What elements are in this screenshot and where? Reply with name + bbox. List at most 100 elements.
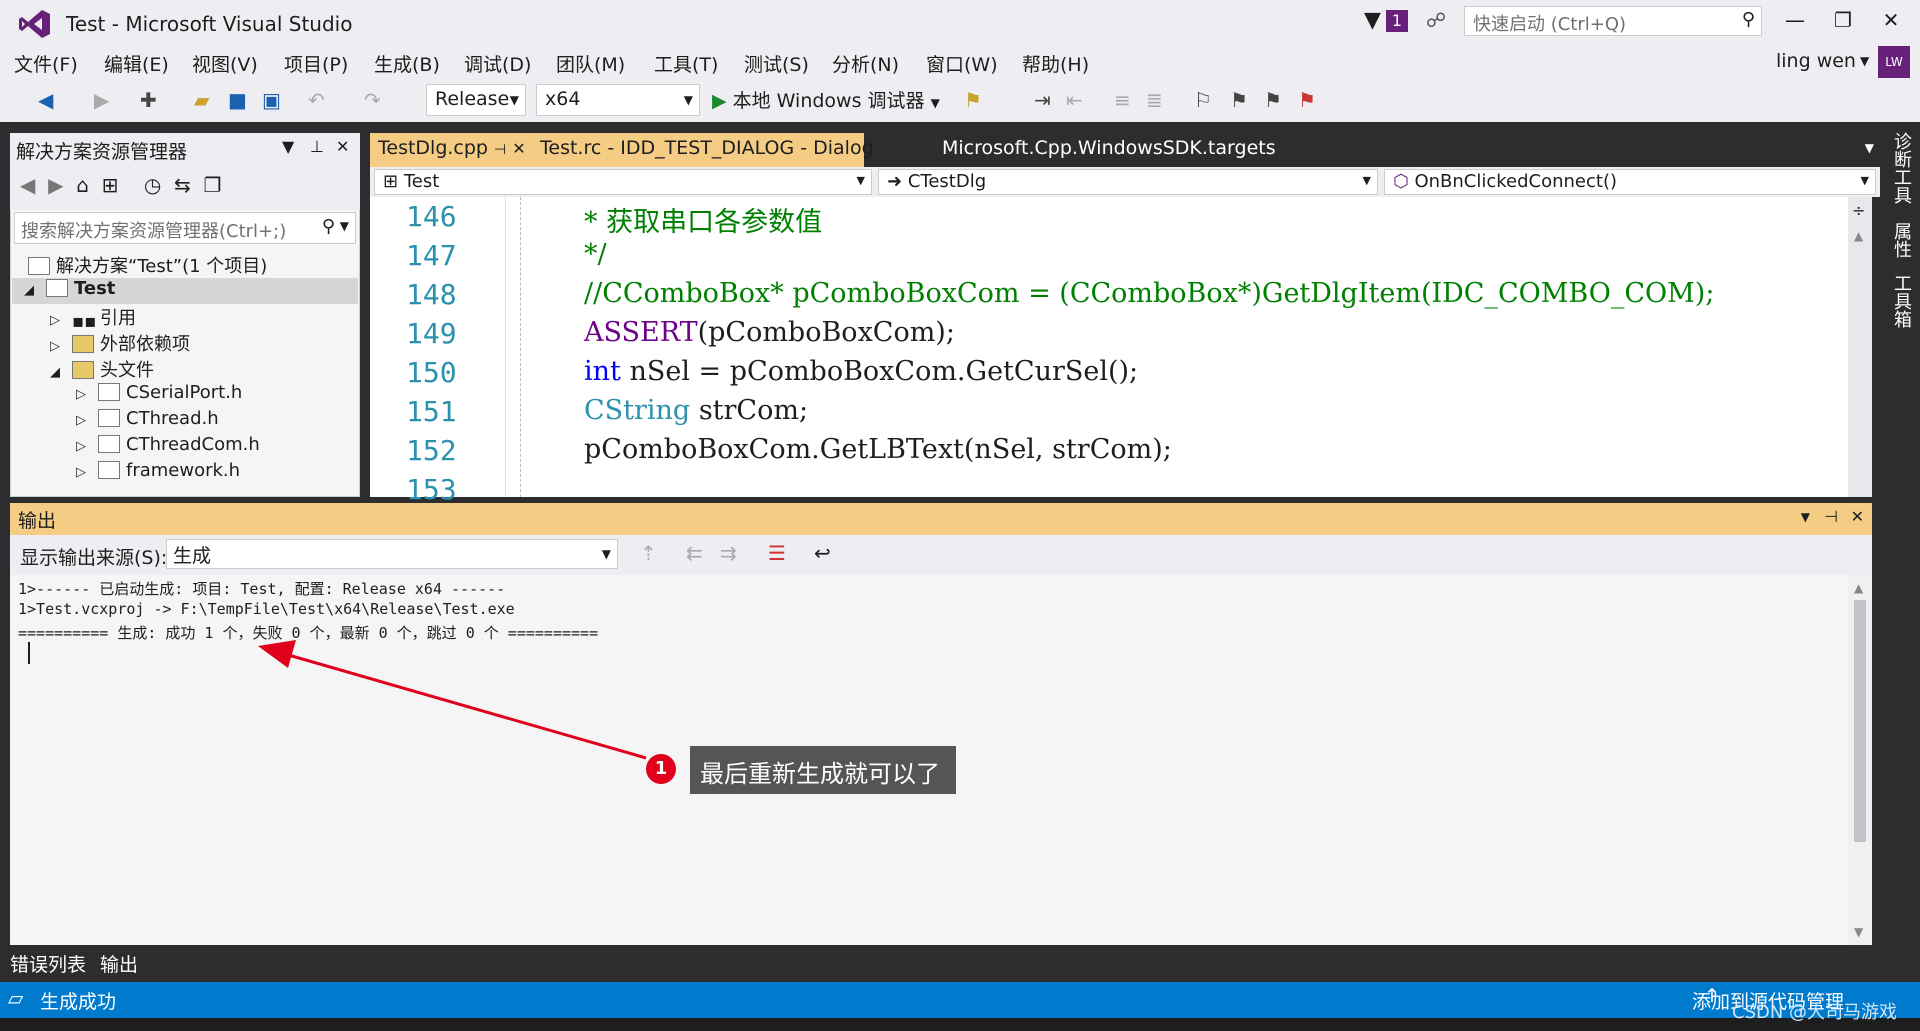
- outdent-icon[interactable]: ⇤: [1066, 88, 1083, 112]
- start-debugger-button[interactable]: ▶ 本地 Windows 调试器 ▼: [712, 86, 940, 113]
- quick-launch-input[interactable]: 快速启动 (Ctrl+Q) ⚲: [1464, 6, 1762, 36]
- annotation-badge: 1: [646, 754, 676, 784]
- avatar[interactable]: LW: [1878, 46, 1910, 78]
- notification-badge[interactable]: 1: [1386, 10, 1408, 32]
- menu-analyze[interactable]: 分析(N): [832, 50, 899, 77]
- tree-item-project[interactable]: ◢ Test: [12, 278, 358, 304]
- collapse-all-icon[interactable]: ❐: [204, 173, 222, 197]
- tab-toolbox[interactable]: 工具箱: [1890, 274, 1914, 328]
- tree-item-file[interactable]: ▷ CThread.h: [76, 408, 219, 434]
- chevron-down-icon[interactable]: ▼: [1801, 510, 1810, 524]
- folder-icon: [72, 361, 94, 379]
- close-icon[interactable]: ✕: [336, 137, 349, 156]
- pin-icon[interactable]: ⊣: [1824, 507, 1838, 526]
- scroll-up-icon[interactable]: ▲: [1854, 581, 1863, 595]
- tab-windowssdk-targets[interactable]: Microsoft.Cpp.WindowsSDK.targets: [934, 133, 1276, 167]
- back-icon[interactable]: ◀: [20, 173, 35, 197]
- sync-icon[interactable]: ⇆: [174, 173, 191, 197]
- tab-overflow-icon[interactable]: ▼: [1865, 141, 1874, 155]
- menu-test[interactable]: 测试(S): [744, 50, 809, 77]
- go-to-location-icon[interactable]: ⇡: [640, 541, 657, 565]
- user-name[interactable]: ling wen: [1776, 50, 1856, 72]
- forward-icon[interactable]: ▶: [94, 88, 109, 112]
- tree-item-file[interactable]: ▷ framework.h: [76, 460, 240, 486]
- new-project-icon[interactable]: ✚: [140, 88, 157, 112]
- solution-explorer-search-input[interactable]: 搜索解决方案资源管理器(Ctrl+;) ⚲ ▼: [14, 212, 356, 244]
- redo-icon[interactable]: ↷: [364, 88, 381, 112]
- tree-item-solution[interactable]: 解决方案“Test”(1 个项目): [28, 252, 267, 278]
- menu-project[interactable]: 项目(P): [284, 50, 348, 77]
- scroll-up-icon[interactable]: ▲: [1854, 229, 1863, 243]
- platform-select[interactable]: x64 ▼: [536, 84, 700, 116]
- step-icon[interactable]: ⇥: [1034, 88, 1051, 112]
- filter-icon[interactable]: ▼: [1364, 8, 1381, 33]
- menu-help[interactable]: 帮助(H): [1022, 50, 1089, 77]
- restore-button[interactable]: ❐: [1824, 8, 1862, 38]
- back-icon[interactable]: ◀: [38, 88, 53, 112]
- comment-icon[interactable]: ≡: [1114, 88, 1131, 112]
- line-number: 151: [406, 395, 457, 428]
- home-icon[interactable]: ⌂: [76, 173, 89, 197]
- tab-properties[interactable]: 属性: [1890, 222, 1914, 258]
- code-line: */: [584, 239, 607, 270]
- uncomment-icon[interactable]: ≣: [1146, 88, 1163, 112]
- close-icon[interactable]: ✕: [512, 139, 525, 158]
- open-file-icon[interactable]: ▰: [194, 88, 209, 112]
- prev-message-icon[interactable]: ⇇: [686, 541, 703, 565]
- pending-changes-icon[interactable]: ◷: [144, 173, 161, 197]
- output-source-select[interactable]: 生成 ▼: [166, 539, 618, 569]
- clear-bookmarks-icon[interactable]: ⚑: [1298, 88, 1316, 112]
- class-nav-select[interactable]: ➜ CTestDlg ▼: [878, 169, 1378, 195]
- project-nav-select[interactable]: ⊞ Test ▼: [374, 169, 872, 195]
- tree-item-file[interactable]: ▷ CThreadCom.h: [76, 434, 260, 460]
- pin-icon[interactable]: ⊣: [494, 142, 506, 158]
- tree-item-external-deps[interactable]: ▷ 外部依赖项: [50, 330, 190, 356]
- feedback-icon[interactable]: ☍: [1426, 8, 1446, 32]
- next-bookmark-icon[interactable]: ⚑: [1264, 88, 1282, 112]
- menu-team[interactable]: 团队(M): [556, 50, 625, 77]
- save-all-icon[interactable]: ▣: [262, 88, 281, 112]
- next-message-icon[interactable]: ⇉: [720, 541, 737, 565]
- output-toolbar: 显示输出来源(S): 生成 ▼ ⇡ ⇇ ⇉ ☰ ↩: [10, 535, 1872, 575]
- minimize-button[interactable]: —: [1776, 8, 1814, 38]
- menu-edit[interactable]: 编辑(E): [104, 50, 169, 77]
- output-scroll-thumb[interactable]: [1854, 600, 1866, 842]
- platform-value: x64: [545, 88, 581, 110]
- menu-window[interactable]: 窗口(W): [926, 50, 998, 77]
- find-in-files-icon[interactable]: ⚑: [964, 88, 982, 112]
- tree-item-label: Test: [74, 278, 116, 299]
- menu-view[interactable]: 视图(V): [192, 50, 258, 77]
- prev-bookmark-icon[interactable]: ⚑: [1230, 88, 1248, 112]
- menu-tools[interactable]: 工具(T): [654, 50, 718, 77]
- menu-build[interactable]: 生成(B): [374, 50, 440, 77]
- close-icon[interactable]: ✕: [1851, 507, 1864, 526]
- clear-all-icon[interactable]: ☰: [768, 541, 786, 565]
- annotation-callout: 最后重新生成就可以了: [690, 746, 956, 794]
- tab-diagnostic-tools[interactable]: 诊断工具: [1890, 132, 1914, 204]
- editor-scrollbar[interactable]: ÷ ▲: [1848, 197, 1872, 497]
- menu-file[interactable]: 文件(F): [14, 50, 78, 77]
- save-icon[interactable]: ■: [228, 88, 247, 112]
- split-icon[interactable]: ÷: [1852, 201, 1865, 220]
- user-dropdown-icon[interactable]: ▼: [1860, 54, 1869, 68]
- line-number: 150: [406, 356, 457, 389]
- tree-item-header-files[interactable]: ◢ 头文件: [50, 356, 154, 382]
- tab-error-list[interactable]: 错误列表: [10, 950, 86, 977]
- member-nav-select[interactable]: ⬡ OnBnClickedConnect() ▼: [1384, 169, 1876, 195]
- forward-icon[interactable]: ▶: [48, 173, 63, 197]
- tab-test-rc[interactable]: Test.rc - IDD_TEST_DIALOG - Dialog: [532, 133, 874, 167]
- pin-icon[interactable]: ⊥: [310, 137, 324, 156]
- scroll-down-icon[interactable]: ▼: [1854, 925, 1863, 939]
- menu-debug[interactable]: 调试(D): [464, 50, 531, 77]
- undo-icon[interactable]: ↶: [308, 88, 325, 112]
- tree-item-file[interactable]: ▷ CSerialPort.h: [76, 382, 242, 408]
- tab-testdlg-cpp[interactable]: TestDlg.cpp ⊣ ✕: [370, 133, 532, 167]
- tab-output[interactable]: 输出: [100, 950, 138, 977]
- switch-view-icon[interactable]: ⊞: [102, 173, 119, 197]
- bookmark-icon[interactable]: ⚐: [1194, 88, 1212, 112]
- word-wrap-icon[interactable]: ↩: [814, 541, 831, 565]
- chevron-down-icon[interactable]: ▼: [282, 137, 294, 156]
- tree-item-references[interactable]: ▷ ▪▪ 引用: [50, 304, 136, 332]
- solution-config-select[interactable]: Release ▼: [426, 84, 526, 116]
- close-button[interactable]: ✕: [1872, 8, 1910, 38]
